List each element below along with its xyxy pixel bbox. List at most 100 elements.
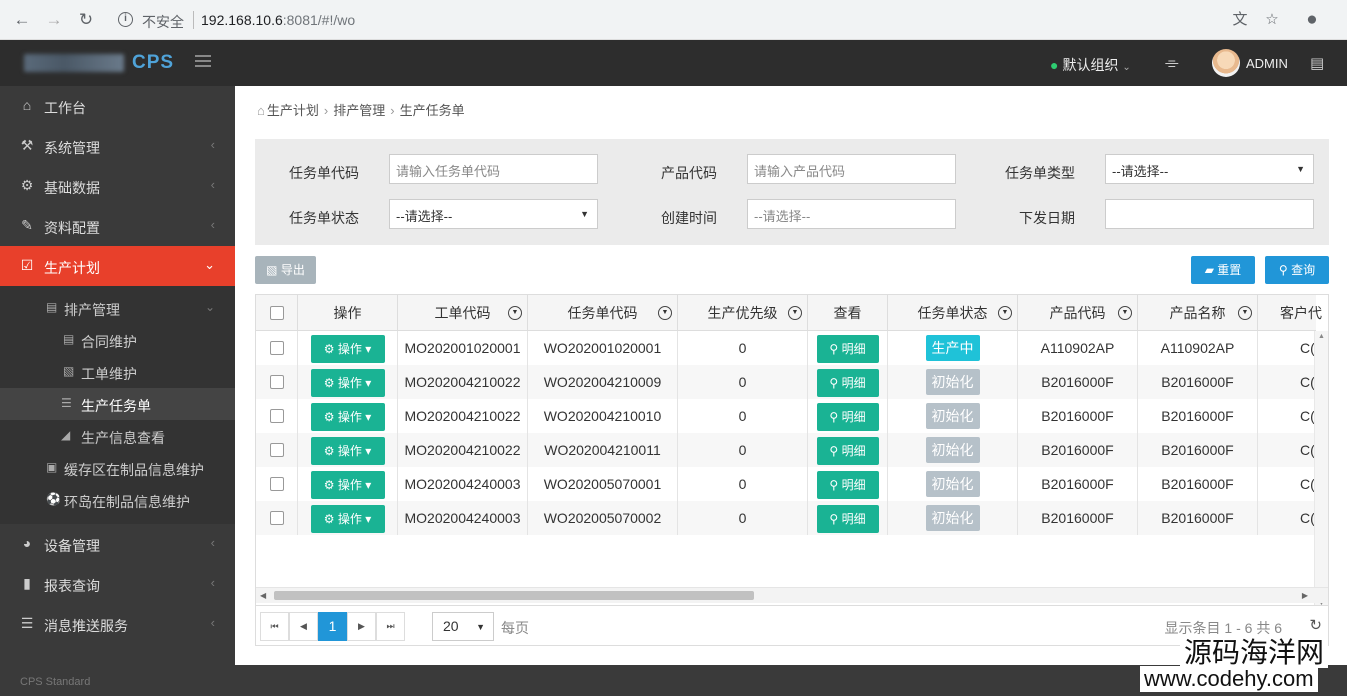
page-size-select[interactable]: 20 ▼: [432, 612, 494, 641]
wo-code-cell: MO202001020001: [398, 331, 528, 365]
sidebar-item-production-info[interactable]: ◢ 生产信息查看: [0, 420, 235, 452]
first-page-button[interactable]: ⏮: [260, 612, 289, 641]
sidebar-item-buffer-wip[interactable]: ▣ 缓存区在制品信息维护: [0, 452, 235, 484]
sidebar-item-push-service[interactable]: ☰ 消息推送服务 ‹: [0, 604, 235, 644]
column-header[interactable]: 任务单代码 ▼: [528, 295, 678, 331]
user-name[interactable]: ADMIN: [1246, 56, 1288, 71]
scroll-right-icon[interactable]: ▶: [1302, 591, 1308, 600]
filter-icon[interactable]: ▼: [998, 306, 1012, 320]
task-type-select[interactable]: --请选择-- ▼: [1105, 154, 1314, 184]
filter-icon[interactable]: ▼: [1118, 306, 1132, 320]
sidebar-item-system[interactable]: ⚒ 系统管理 ‹: [0, 126, 235, 166]
task-code-input[interactable]: 请输入任务单代码: [389, 154, 598, 184]
filter-icon[interactable]: ▼: [508, 306, 522, 320]
view-cell: ⚲ 明细: [808, 433, 888, 467]
row-checkbox-cell: [256, 399, 298, 433]
row-checkbox[interactable]: [270, 477, 284, 491]
filter-icon[interactable]: ▼: [1238, 306, 1252, 320]
column-header[interactable]: 产品名称 ▼: [1138, 295, 1258, 331]
sidebar-item-workorder[interactable]: ▧ 工单维护: [0, 356, 235, 388]
sidebar-item-equipment[interactable]: ◕ 设备管理 ‹: [0, 524, 235, 564]
url-text[interactable]: 192.168.10.6:8081/#!/wo: [201, 12, 355, 28]
scroll-up-icon[interactable]: ▲: [1318, 333, 1325, 340]
table-row[interactable]: ⚙ 操作 ▾ MO202004240003 WO202005070001 0 ⚲ 明细 初…: [256, 467, 1316, 501]
breadcrumb-item[interactable]: 排产管理: [333, 103, 385, 118]
select-all-checkbox[interactable]: [270, 306, 284, 320]
table-row[interactable]: ⚙ 操作 ▾ MO202001020001 WO202001020001 0 ⚲ 明细 生…: [256, 331, 1316, 365]
sidebar-item-config[interactable]: ✎ 资料配置 ‹: [0, 206, 235, 246]
filter-icon[interactable]: ▼: [788, 306, 802, 320]
operation-dropdown-button[interactable]: ⚙ 操作 ▾: [310, 403, 385, 431]
sidebar-item-production-plan[interactable]: ☑ 生产计划 ⌄: [0, 246, 235, 286]
org-selector[interactable]: ● 默认组织 ⌄: [1050, 55, 1131, 75]
sidebar-item-production-task[interactable]: ☰ 生产任务单: [0, 388, 235, 420]
sidebar-item-workbench[interactable]: ⌂ 工作台: [0, 86, 235, 126]
sidebar-item-basedata[interactable]: ⚙ 基础数据 ‹: [0, 166, 235, 206]
row-checkbox[interactable]: [270, 409, 284, 423]
refresh-icon[interactable]: ↻: [1309, 616, 1322, 634]
back-arrow-icon[interactable]: ←: [12, 10, 32, 30]
status-badge: 初始化: [925, 369, 980, 395]
detail-button[interactable]: ⚲ 明细: [816, 403, 879, 431]
column-header[interactable]: 产品代码 ▼: [1018, 295, 1138, 331]
page-number-button[interactable]: 1: [318, 612, 347, 641]
list-icon: ☰: [61, 396, 72, 410]
avatar[interactable]: [1212, 49, 1240, 77]
table-row[interactable]: ⚙ 操作 ▾ MO202004210022 WO202004210011 0 ⚲ 明细 初…: [256, 433, 1316, 467]
table-row[interactable]: ⚙ 操作 ▾ MO202004240003 WO202005070002 0 ⚲ 明细 初…: [256, 501, 1316, 535]
export-button[interactable]: ▧ 导出: [255, 256, 316, 284]
task-status-select[interactable]: --请选择-- ▼: [389, 199, 598, 229]
operation-dropdown-button[interactable]: ⚙ 操作 ▾: [310, 505, 385, 533]
translate-icon[interactable]: 文: [1230, 10, 1250, 30]
sidebar-item-scheduling[interactable]: ▤ 排产管理 ⌄: [0, 292, 235, 324]
reset-button[interactable]: ▰ 重置: [1191, 256, 1255, 284]
detail-button[interactable]: ⚲ 明细: [816, 437, 879, 465]
sidebar-item-loop-wip[interactable]: ⚽ 环岛在制品信息维护: [0, 484, 235, 516]
vertical-scrollbar[interactable]: ▲ ▼: [1314, 331, 1328, 609]
row-checkbox[interactable]: [270, 443, 284, 457]
detail-button[interactable]: ⚲ 明细: [816, 471, 879, 499]
status-badge: 初始化: [925, 471, 980, 497]
scroll-left-icon[interactable]: ◀: [260, 591, 266, 600]
detail-button[interactable]: ⚲ 明细: [816, 505, 879, 533]
filter-icon[interactable]: ▼: [658, 306, 672, 320]
forward-arrow-icon[interactable]: →: [44, 10, 64, 30]
operation-dropdown-button[interactable]: ⚙ 操作 ▾: [310, 437, 385, 465]
star-icon[interactable]: ☆: [1262, 10, 1282, 30]
per-page-label: 每页: [501, 620, 529, 636]
row-checkbox[interactable]: [270, 511, 284, 525]
breadcrumb-item[interactable]: 生产计划: [267, 103, 319, 118]
operation-dropdown-button[interactable]: ⚙ 操作 ▾: [310, 471, 385, 499]
sidebar-item-reports[interactable]: ▮ 报表查询 ‹: [0, 564, 235, 604]
prev-page-button[interactable]: ◀: [289, 612, 318, 641]
bell-icon[interactable]: ⌯: [1165, 53, 1179, 73]
query-button[interactable]: ⚲ 查询: [1265, 256, 1329, 284]
table-row[interactable]: ⚙ 操作 ▾ MO202004210022 WO202004210010 0 ⚲ 明细 初…: [256, 399, 1316, 433]
search-plus-icon: ⚲: [829, 512, 839, 526]
address-bar[interactable]: i 不安全 192.168.10.6:8081/#!/wo: [108, 6, 1298, 34]
info-icon[interactable]: i: [118, 12, 133, 27]
issue-date-input[interactable]: [1105, 199, 1314, 229]
create-time-input[interactable]: --请选择--: [747, 199, 956, 229]
search-plus-icon: ⚲: [829, 342, 839, 356]
last-page-button[interactable]: ⏭: [376, 612, 405, 641]
product-code-input[interactable]: 请输入产品代码: [747, 154, 956, 184]
next-page-button[interactable]: ▶: [347, 612, 376, 641]
column-header[interactable]: 任务单状态 ▼: [888, 295, 1018, 331]
sidebar-item-contract[interactable]: ▤ 合同维护: [0, 324, 235, 356]
column-header[interactable]: 生产优先级 ▼: [678, 295, 808, 331]
horizontal-scrollbar[interactable]: ◀ ▶: [256, 587, 1328, 603]
table-row[interactable]: ⚙ 操作 ▾ MO202004210022 WO202004210009 0 ⚲ 明细 初…: [256, 365, 1316, 399]
reload-icon[interactable]: ↻: [76, 10, 96, 30]
operation-dropdown-button[interactable]: ⚙ 操作 ▾: [310, 369, 385, 397]
detail-button[interactable]: ⚲ 明细: [816, 335, 879, 363]
account-icon[interactable]: ●: [1302, 10, 1322, 30]
menu-toggle-icon[interactable]: [195, 55, 211, 69]
column-header[interactable]: 工单代码 ▼: [398, 295, 528, 331]
horizontal-scroll-thumb[interactable]: [274, 591, 754, 600]
operation-dropdown-button[interactable]: ⚙ 操作 ▾: [310, 335, 385, 363]
detail-button[interactable]: ⚲ 明细: [816, 369, 879, 397]
message-icon[interactable]: ▤: [1310, 54, 1324, 72]
row-checkbox[interactable]: [270, 341, 284, 355]
row-checkbox[interactable]: [270, 375, 284, 389]
